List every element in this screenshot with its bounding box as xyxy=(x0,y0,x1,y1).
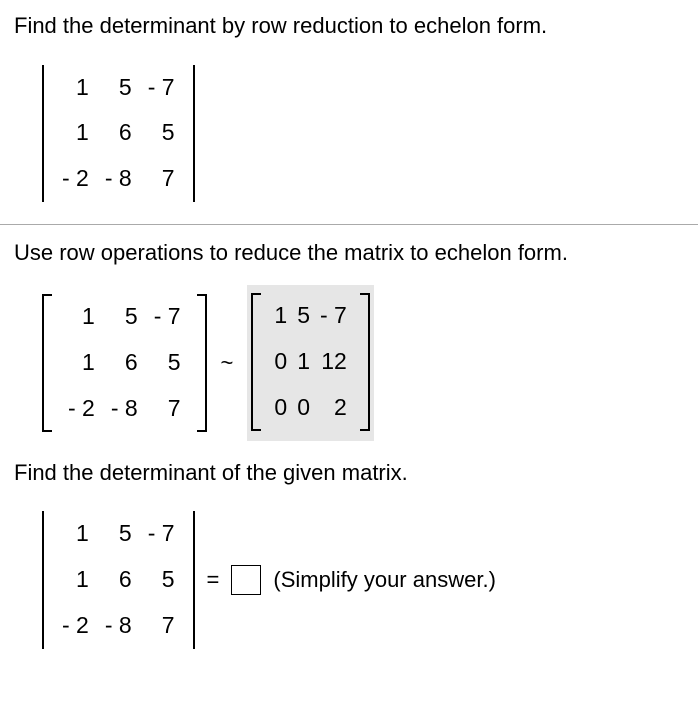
step2-text: Find the determinant of the given matrix… xyxy=(14,459,684,488)
cell: 5 xyxy=(140,557,183,603)
table-row: 165 xyxy=(54,557,183,603)
cell: 1 xyxy=(60,340,103,386)
cell: 12 xyxy=(315,339,352,385)
cell: 1 xyxy=(54,557,97,603)
det-right-bar xyxy=(193,65,195,203)
divider xyxy=(0,224,698,225)
cell: 1 xyxy=(54,511,97,557)
bracket-left xyxy=(251,293,261,431)
cell: 5 xyxy=(103,294,146,340)
table-row: 15- 7 xyxy=(60,294,189,340)
cell: 1 xyxy=(54,65,97,111)
cell: - 2 xyxy=(60,386,103,432)
determinant-matrix-original: 15- 7 165 - 2- 87 xyxy=(42,59,195,209)
table-row: - 2- 87 xyxy=(54,603,183,649)
echelon-highlight: 15- 7 0112 002 xyxy=(247,285,373,440)
cell: - 8 xyxy=(97,156,140,202)
cell: - 2 xyxy=(54,603,97,649)
table-row: 165 xyxy=(60,340,189,386)
cell: 2 xyxy=(315,385,352,431)
cell: 1 xyxy=(292,339,315,385)
table-row: 002 xyxy=(269,385,351,431)
tilde-symbol: ~ xyxy=(221,349,234,378)
cell: 5 xyxy=(146,340,189,386)
matrix-table: 15- 7 165 - 2- 87 xyxy=(54,65,183,203)
cell: - 8 xyxy=(103,386,146,432)
cell: 6 xyxy=(103,340,146,386)
det-left-bar xyxy=(42,511,44,649)
table-row: 15- 7 xyxy=(54,511,183,557)
cell: 5 xyxy=(292,293,315,339)
matrix-table: 15- 7 165 - 2- 87 xyxy=(60,294,189,432)
cell: - 7 xyxy=(146,294,189,340)
matrix-table: 15- 7 165 - 2- 87 xyxy=(54,511,183,649)
cell: - 7 xyxy=(140,65,183,111)
bracket-left xyxy=(42,294,52,432)
simplify-hint: (Simplify your answer.) xyxy=(273,566,496,595)
cell: 7 xyxy=(140,603,183,649)
cell: 5 xyxy=(97,65,140,111)
bracket-matrix-echelon: 15- 7 0112 002 xyxy=(251,287,369,437)
table-row: 165 xyxy=(54,110,183,156)
answer-row: 15- 7 165 - 2- 87 = (Simplify your answe… xyxy=(42,505,684,655)
cell: 5 xyxy=(97,511,140,557)
table-row: 0112 xyxy=(269,339,351,385)
step1-text: Use row operations to reduce the matrix … xyxy=(14,239,684,268)
cell: 0 xyxy=(269,339,292,385)
cell: 0 xyxy=(292,385,315,431)
cell: - 8 xyxy=(97,603,140,649)
matrix-table: 15- 7 0112 002 xyxy=(269,293,351,431)
question-title: Find the determinant by row reduction to… xyxy=(14,12,684,41)
row-reduction-display: 15- 7 165 - 2- 87 ~ 15- 7 0112 002 xyxy=(42,285,684,440)
bracket-right xyxy=(197,294,207,432)
cell: - 2 xyxy=(54,156,97,202)
cell: 1 xyxy=(269,293,292,339)
table-row: - 2- 87 xyxy=(60,386,189,432)
table-row: 15- 7 xyxy=(54,65,183,111)
cell: 6 xyxy=(97,110,140,156)
det-left-bar xyxy=(42,65,44,203)
cell: 6 xyxy=(97,557,140,603)
det-right-bar xyxy=(193,511,195,649)
bracket-right xyxy=(360,293,370,431)
cell: 5 xyxy=(140,110,183,156)
table-row: 15- 7 xyxy=(269,293,351,339)
cell: 7 xyxy=(146,386,189,432)
cell: 1 xyxy=(54,110,97,156)
cell: 1 xyxy=(60,294,103,340)
determinant-matrix-answer: 15- 7 165 - 2- 87 xyxy=(42,505,195,655)
table-row: - 2- 87 xyxy=(54,156,183,202)
cell: - 7 xyxy=(315,293,352,339)
cell: 0 xyxy=(269,385,292,431)
cell: - 7 xyxy=(140,511,183,557)
cell: 7 xyxy=(140,156,183,202)
answer-input[interactable] xyxy=(231,565,261,595)
bracket-matrix-original: 15- 7 165 - 2- 87 xyxy=(42,288,207,438)
equals-sign: = xyxy=(207,566,220,595)
